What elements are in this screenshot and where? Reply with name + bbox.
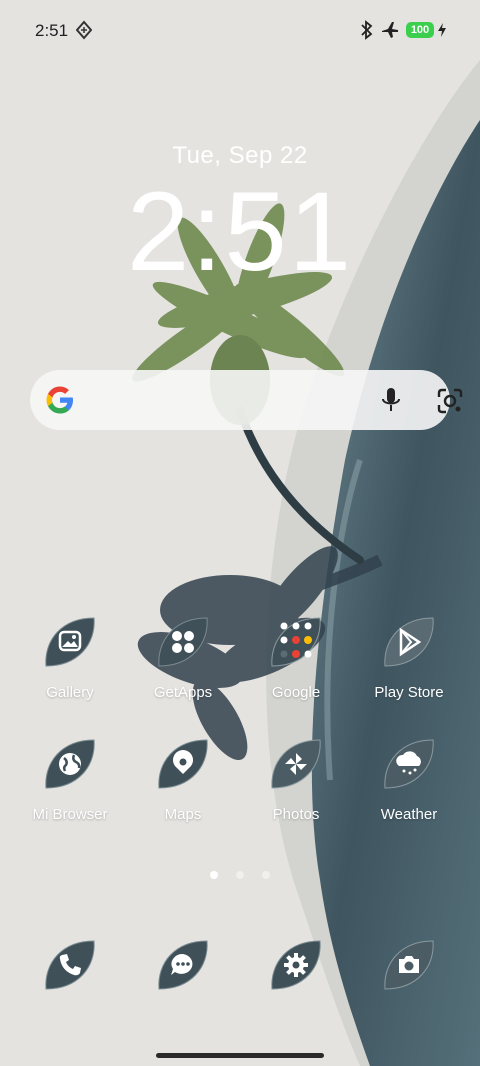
map-pin-icon — [153, 734, 213, 794]
message-icon — [153, 935, 213, 995]
app-label-gallery: Gallery — [46, 684, 94, 701]
charging-bolt-icon — [437, 20, 447, 45]
google-lens-icon[interactable] — [436, 387, 464, 420]
app-gallery[interactable]: Gallery — [14, 612, 126, 722]
app-label-getapps: GetApps — [153, 684, 213, 701]
app-label-maps: Maps — [164, 806, 202, 823]
dock-camera[interactable] — [353, 935, 465, 1045]
app-play-store[interactable]: Play Store — [353, 612, 465, 722]
dock-messages[interactable] — [127, 935, 239, 1045]
bluetooth-icon — [360, 20, 374, 45]
settings-gear-icon — [266, 935, 326, 995]
google-g-icon — [42, 382, 78, 423]
app-getapps[interactable]: GetApps — [127, 612, 239, 722]
page-dot-2[interactable] — [236, 871, 244, 879]
airplane-mode-icon — [380, 20, 400, 45]
app-label-play-store: Play Store — [374, 684, 444, 701]
play-store-icon — [379, 612, 439, 672]
app-maps[interactable]: Maps — [127, 734, 239, 844]
cloud-icon — [379, 734, 439, 794]
battery-icon: 100 — [406, 22, 434, 38]
camera-icon — [379, 935, 439, 995]
pinwheel-icon — [266, 734, 326, 794]
phone-icon — [40, 935, 100, 995]
google-search-bar[interactable] — [30, 370, 463, 430]
app-label-weather: Weather — [380, 806, 438, 823]
app-label-google: Google — [271, 684, 321, 701]
date-widget[interactable]: Tue, Sep 22 — [0, 142, 480, 170]
clock-widget[interactable]: 2:51 — [0, 172, 480, 292]
getapps-icon — [153, 612, 213, 672]
page-indicator[interactable] — [0, 866, 480, 884]
page-dot-1[interactable] — [209, 871, 218, 879]
page-dot-3[interactable] — [262, 871, 271, 879]
gallery-icon — [40, 612, 100, 672]
status-time: 2:51 — [35, 21, 69, 40]
globe-icon — [40, 734, 100, 794]
dock-settings[interactable] — [240, 935, 352, 1045]
app-label-mi-browser: Mi Browser — [32, 806, 108, 823]
dock-phone[interactable] — [14, 935, 126, 1045]
notification-diamond-icon — [75, 20, 93, 45]
app-label-photos: Photos — [272, 806, 320, 823]
app-photos[interactable]: Photos — [240, 734, 352, 844]
google-folder-icon — [266, 612, 326, 672]
app-weather[interactable]: Weather — [353, 734, 465, 844]
app-mi-browser[interactable]: Mi Browser — [14, 734, 126, 844]
gesture-navigation-bar[interactable] — [156, 1053, 324, 1058]
microphone-icon[interactable] — [378, 386, 404, 419]
status-bar: 2:51 100 — [0, 0, 480, 62]
app-folder-google[interactable]: Google — [240, 612, 352, 722]
